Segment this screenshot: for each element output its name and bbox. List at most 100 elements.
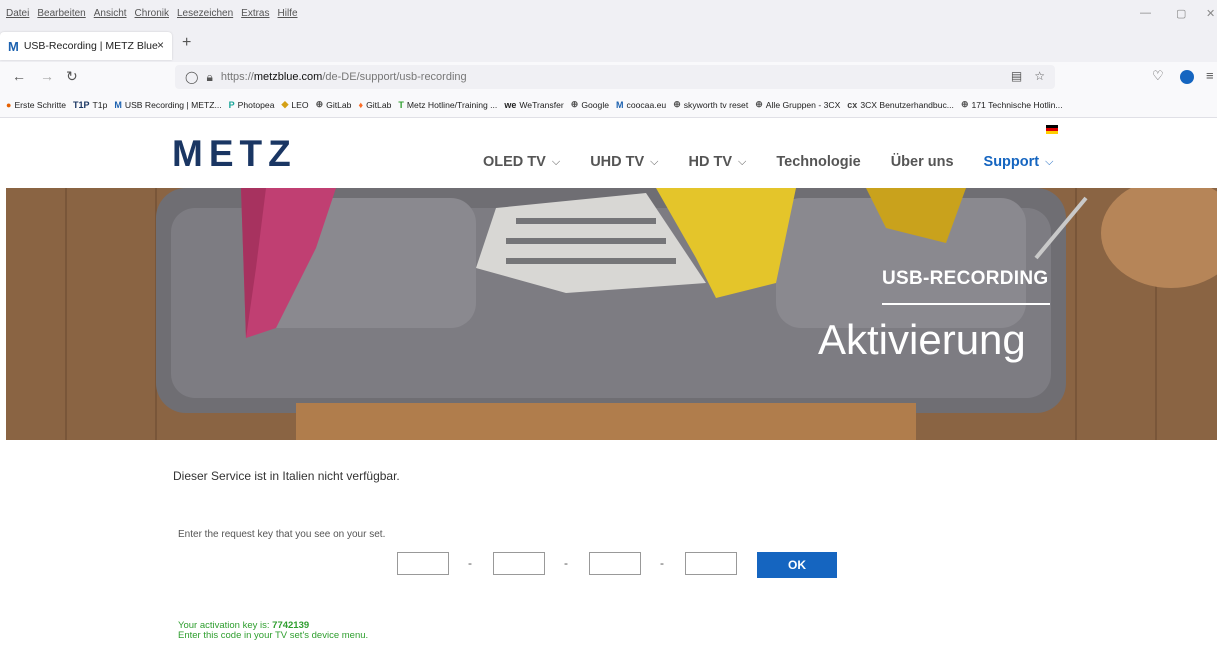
account-icon[interactable] bbox=[1180, 70, 1194, 84]
globe-icon: ⊕ bbox=[673, 99, 681, 109]
new-tab-icon[interactable]: + bbox=[182, 34, 191, 52]
bookmark-item[interactable]: Mcoocaa.eu bbox=[616, 100, 666, 110]
nav-item-technologie[interactable]: Technologie bbox=[776, 154, 860, 170]
bookmark-label: coocaa.eu bbox=[626, 99, 667, 110]
bookmark-item[interactable]: T1P T1p bbox=[73, 100, 107, 110]
bookmark-item[interactable]: T Metz Hotline/Training ... bbox=[398, 100, 497, 110]
request-key-field-4[interactable] bbox=[685, 552, 737, 575]
reload-icon[interactable]: ↻ bbox=[66, 68, 78, 85]
main-nav: OLED TV ⌵ UHD TV ⌵ HD TV ⌵ Technologie Über uns… bbox=[483, 154, 1083, 170]
bookmark-label: T1p bbox=[92, 99, 108, 110]
nav-item-oled-tv[interactable]: OLED TV ⌵ bbox=[483, 154, 560, 170]
bookmark-star-icon[interactable]: ☆ bbox=[1034, 69, 1045, 83]
bookmark-item[interactable]: ◆ LEO bbox=[281, 99, 308, 110]
bookmarks-toolbar: ● Erste Schritte T1P T1p M USB Recording | ME… bbox=[0, 92, 1217, 118]
t1p-icon: T1P bbox=[73, 99, 90, 110]
bookmark-item[interactable]: ⊕ Alle Gruppen - 3CX bbox=[755, 99, 840, 110]
bookmark-label: GitLab bbox=[326, 99, 352, 110]
nav-item-label: UHD TV bbox=[590, 154, 645, 170]
pocket-icon[interactable]: ♡ bbox=[1152, 68, 1164, 84]
menu-lesezeichen[interactable]: Lesezeichen bbox=[177, 8, 233, 19]
nav-item-label: HD TV bbox=[688, 154, 733, 170]
hero-title: Aktivierung bbox=[818, 316, 1026, 363]
bookmark-label: LEO bbox=[291, 99, 309, 110]
globe-icon: ⊕ bbox=[755, 99, 763, 109]
shield-icon[interactable]: ◯ bbox=[185, 70, 198, 84]
gitlab-icon: ♦ bbox=[358, 99, 364, 110]
lock-icon[interactable]: 🔒︎ bbox=[206, 70, 212, 85]
maximize-icon[interactable]: ▢ bbox=[1176, 7, 1186, 20]
metz-logo[interactable]: METZ bbox=[172, 133, 297, 175]
nav-item-label: Über uns bbox=[890, 154, 954, 170]
request-key-field-3[interactable] bbox=[589, 552, 641, 575]
nav-item--ber-uns[interactable]: Über uns bbox=[891, 154, 954, 170]
hero-banner: USB-RECORDING Aktivierung bbox=[6, 188, 1217, 440]
bookmark-label: GitLab bbox=[366, 99, 392, 110]
nav-item-support[interactable]: Support ⌵ bbox=[984, 154, 1054, 170]
3cx-icon: cx bbox=[847, 99, 858, 110]
activation-result: Your activation key is: 7742139 Enter th… bbox=[178, 621, 368, 641]
nav-item-uhd-tv[interactable]: UHD TV ⌵ bbox=[590, 154, 658, 170]
activation-instruction: Enter this code in your TV set's device … bbox=[178, 630, 369, 641]
leo-icon: ◆ bbox=[281, 99, 289, 109]
metz-favicon-icon: M bbox=[8, 38, 19, 54]
menu-hilfe[interactable]: Hilfe bbox=[278, 8, 298, 19]
bookmark-label: 171 Technische Hotlin... bbox=[971, 99, 1063, 110]
reader-view-icon[interactable]: ▤ bbox=[1011, 69, 1022, 83]
bookmark-label: Google bbox=[581, 99, 610, 110]
chevron-down-icon: ⌵ bbox=[551, 155, 561, 168]
menu-datei[interactable]: Datei bbox=[6, 8, 29, 19]
chevron-down-icon: ⌵ bbox=[1045, 155, 1054, 168]
minimize-icon[interactable]: — bbox=[1140, 7, 1151, 19]
bookmark-item[interactable]: ♦ GitLab bbox=[358, 100, 391, 110]
german-flag-icon[interactable] bbox=[1046, 125, 1058, 134]
chevron-down-icon: ⌵ bbox=[650, 155, 659, 168]
url-bar[interactable]: ◯ 🔒︎ https://metzblue.com/de-DE/support/… bbox=[175, 65, 1055, 89]
menu-extras[interactable]: Extras bbox=[241, 8, 269, 19]
hamburger-menu-icon[interactable]: ≡ bbox=[1206, 68, 1214, 83]
key-separator: - bbox=[564, 556, 568, 570]
bookmark-item[interactable]: ⊕ skyworth tv reset bbox=[673, 99, 748, 110]
key-separator: - bbox=[468, 556, 472, 570]
bookmark-item[interactable]: ⊕ GitLab bbox=[316, 99, 352, 110]
url-domain: metzblue.com bbox=[253, 71, 323, 83]
request-key-field-2[interactable] bbox=[493, 552, 545, 575]
request-key-prompt: Enter the request key that you see on yo… bbox=[178, 529, 386, 540]
tab-strip: M USB-Recording | METZ Blue × + bbox=[0, 26, 1217, 62]
site-header: METZ OLED TV ⌵ UHD TV ⌵ HD TV ⌵ Technologie Übe… bbox=[0, 118, 1217, 188]
url-path: /de-DE/support/usb-recording bbox=[322, 71, 467, 83]
menu-bearbeiten[interactable]: Bearbeiten bbox=[37, 8, 85, 19]
nav-item-label: Support bbox=[983, 154, 1040, 170]
close-tab-icon[interactable]: × bbox=[157, 38, 164, 52]
menu-chronik[interactable]: Chronik bbox=[135, 8, 169, 19]
browser-navbar: ← → ↻ ◯ 🔒︎ https://metzblue.com/de-DE/su… bbox=[0, 62, 1217, 92]
request-key-field-1[interactable] bbox=[397, 552, 449, 575]
tab-usb-recording[interactable]: M USB-Recording | METZ Blue × bbox=[0, 32, 172, 60]
bookmark-item[interactable]: P Photopea bbox=[229, 100, 275, 110]
menu-ansicht[interactable]: Ansicht bbox=[94, 8, 127, 19]
nav-item-hd-tv[interactable]: HD TV ⌵ bbox=[689, 154, 747, 170]
bookmark-label: Erste Schritte bbox=[14, 99, 67, 110]
bookmark-label: Photopea bbox=[237, 99, 275, 110]
bookmark-item[interactable]: ⊕ Google bbox=[571, 99, 609, 110]
ok-button[interactable]: OK bbox=[757, 552, 837, 578]
bookmark-item[interactable]: M USB Recording | METZ... bbox=[114, 100, 221, 110]
bookmark-item[interactable]: cx 3CX Benutzerhandbuc... bbox=[847, 100, 954, 110]
bookmark-label: Alle Gruppen - 3CX bbox=[765, 99, 841, 110]
bookmark-label: USB Recording | METZ... bbox=[124, 99, 222, 110]
metz-icon: M bbox=[114, 99, 122, 110]
forward-icon[interactable]: → bbox=[40, 68, 54, 84]
bookmark-label: 3CX Benutzerhandbuc... bbox=[860, 99, 954, 110]
back-icon[interactable]: ← bbox=[12, 68, 26, 84]
bookmark-item[interactable]: we WeTransfer bbox=[504, 100, 563, 110]
bookmark-item[interactable]: ● Erste Schritte bbox=[6, 100, 66, 110]
nav-item-label: Technologie bbox=[776, 154, 861, 170]
bookmark-label: WeTransfer bbox=[519, 99, 564, 110]
hero-divider bbox=[882, 303, 1050, 305]
globe-icon: ⊕ bbox=[960, 99, 969, 109]
close-window-icon[interactable]: ✕ bbox=[1206, 7, 1215, 20]
bookmark-item[interactable]: ⊕ 171 Technische Hotlin... bbox=[961, 99, 1063, 110]
service-notice: Dieser Service ist in Italien nicht verf… bbox=[173, 469, 400, 483]
hero-kicker: USB-RECORDING bbox=[882, 268, 1049, 289]
wetransfer-icon: we bbox=[504, 99, 517, 110]
